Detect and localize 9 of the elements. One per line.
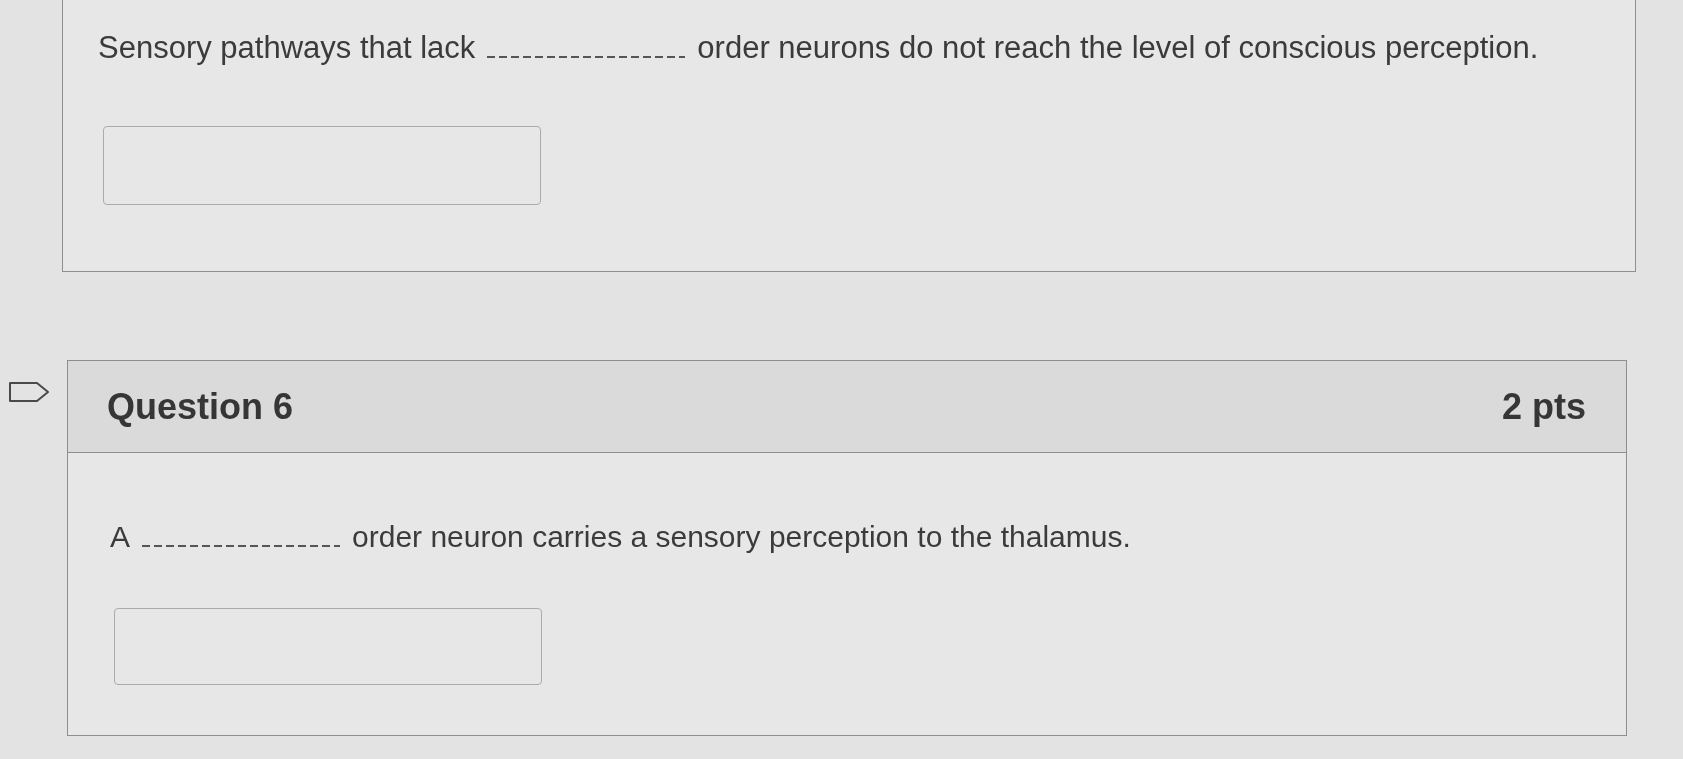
answer-box[interactable] [103,126,541,205]
tag-icon[interactable] [9,382,49,402]
question-title: Question 6 [107,385,294,428]
question-text: A [110,519,130,554]
answer-box[interactable] [114,608,542,685]
question-text: Sensory pathways that lack [98,30,476,65]
question-text: order neurons do not reach the level of conscious perception. [697,30,1539,65]
points-label: 2 pts [1501,385,1586,428]
question-text: order neuron carries a sensory perception to the thalamus. [352,519,1131,554]
